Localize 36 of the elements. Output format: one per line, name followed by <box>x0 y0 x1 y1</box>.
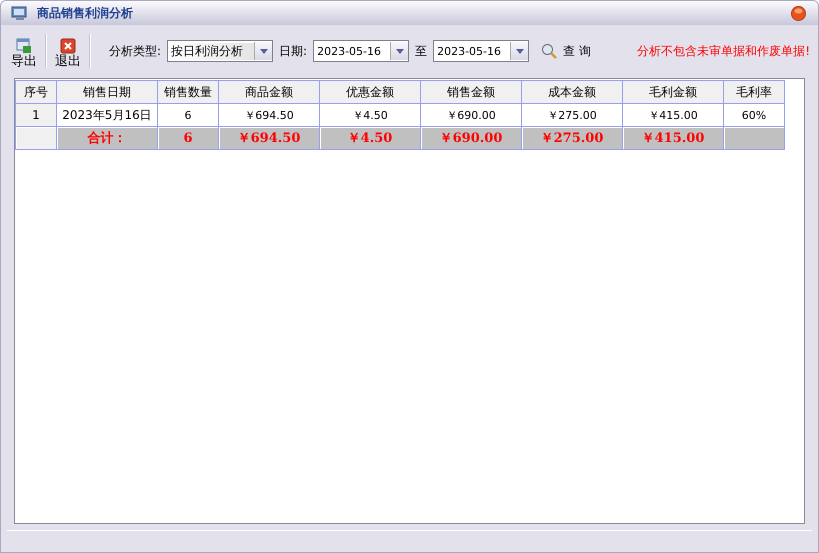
column-header: 销售金额 <box>420 80 522 104</box>
exit-button[interactable]: 退出 <box>53 38 83 68</box>
column-header: 商品金额 <box>218 80 320 104</box>
start-date-picker[interactable]: 2023-05-16 <box>313 40 410 62</box>
total-label: 合计： <box>56 126 158 150</box>
dropdown-arrow-icon <box>260 48 268 54</box>
analysis-type-label: 分析类型: <box>109 42 162 60</box>
column-header: 序号 <box>16 80 56 104</box>
total-cell: 6 <box>158 126 218 150</box>
close-icon <box>60 38 76 54</box>
to-label: 至 <box>415 42 428 60</box>
total-cell: ￥415.00 <box>622 126 724 150</box>
notice-text: 分析不包含未审单据和作废单据! <box>637 42 810 60</box>
total-cell: ￥4.50 <box>320 126 420 150</box>
total-cell: ￥694.50 <box>218 126 320 150</box>
search-icon[interactable] <box>541 43 558 59</box>
column-header: 成本金额 <box>522 80 622 104</box>
column-header: 销售日期 <box>56 80 158 104</box>
column-header: 毛利金额 <box>622 80 724 104</box>
close-icon[interactable] <box>791 6 806 20</box>
window-title: 商品销售利润分析 <box>37 4 133 22</box>
end-date-picker[interactable]: 2023-05-16 <box>433 40 530 62</box>
window-icon <box>11 5 29 21</box>
column-header: 优惠金额 <box>320 80 420 104</box>
total-cell: ￥275.00 <box>522 126 622 150</box>
query-button[interactable]: 查 询 <box>563 42 591 60</box>
column-header: 毛利率 <box>724 80 784 104</box>
date-label: 日期: <box>279 42 308 60</box>
total-cell: ￥690.00 <box>420 126 522 150</box>
analysis-type-dropdown[interactable]: 按日利润分析 <box>167 40 274 62</box>
table-cell: 1 <box>16 104 56 126</box>
export-button[interactable]: 导出 <box>9 38 39 68</box>
dropdown-arrow-icon <box>396 48 404 54</box>
column-header: 销售数量 <box>158 80 218 104</box>
dropdown-arrow-icon <box>516 48 524 54</box>
spreadsheet-icon <box>16 38 32 54</box>
